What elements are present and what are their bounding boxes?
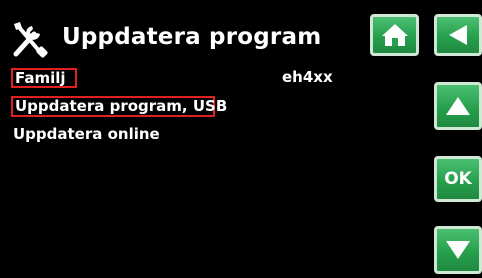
arrow-up-icon — [446, 97, 470, 115]
arrow-down-icon — [446, 241, 470, 259]
ok-button[interactable]: OK — [434, 156, 482, 202]
menu-item-label: Uppdatera program, USB — [15, 97, 228, 115]
menu-item-update-online[interactable]: Uppdatera online — [13, 124, 160, 144]
menu-item-update-usb[interactable]: Uppdatera program, USB — [11, 96, 227, 117]
tools-icon — [10, 20, 50, 58]
menu-item-familj[interactable]: Familj — [11, 68, 77, 88]
scroll-up-button[interactable] — [434, 82, 482, 130]
home-button[interactable] — [370, 14, 419, 56]
menu-item-label: Familj — [15, 69, 66, 87]
scroll-down-button[interactable] — [434, 226, 482, 274]
page-title: Uppdatera program — [62, 24, 322, 50]
ok-label: OK — [444, 169, 472, 189]
home-icon — [381, 24, 408, 46]
back-button[interactable] — [434, 14, 482, 56]
back-arrow-icon — [449, 25, 467, 45]
family-value: eh4xx — [282, 68, 333, 86]
menu-item-label: Uppdatera online — [13, 125, 160, 143]
